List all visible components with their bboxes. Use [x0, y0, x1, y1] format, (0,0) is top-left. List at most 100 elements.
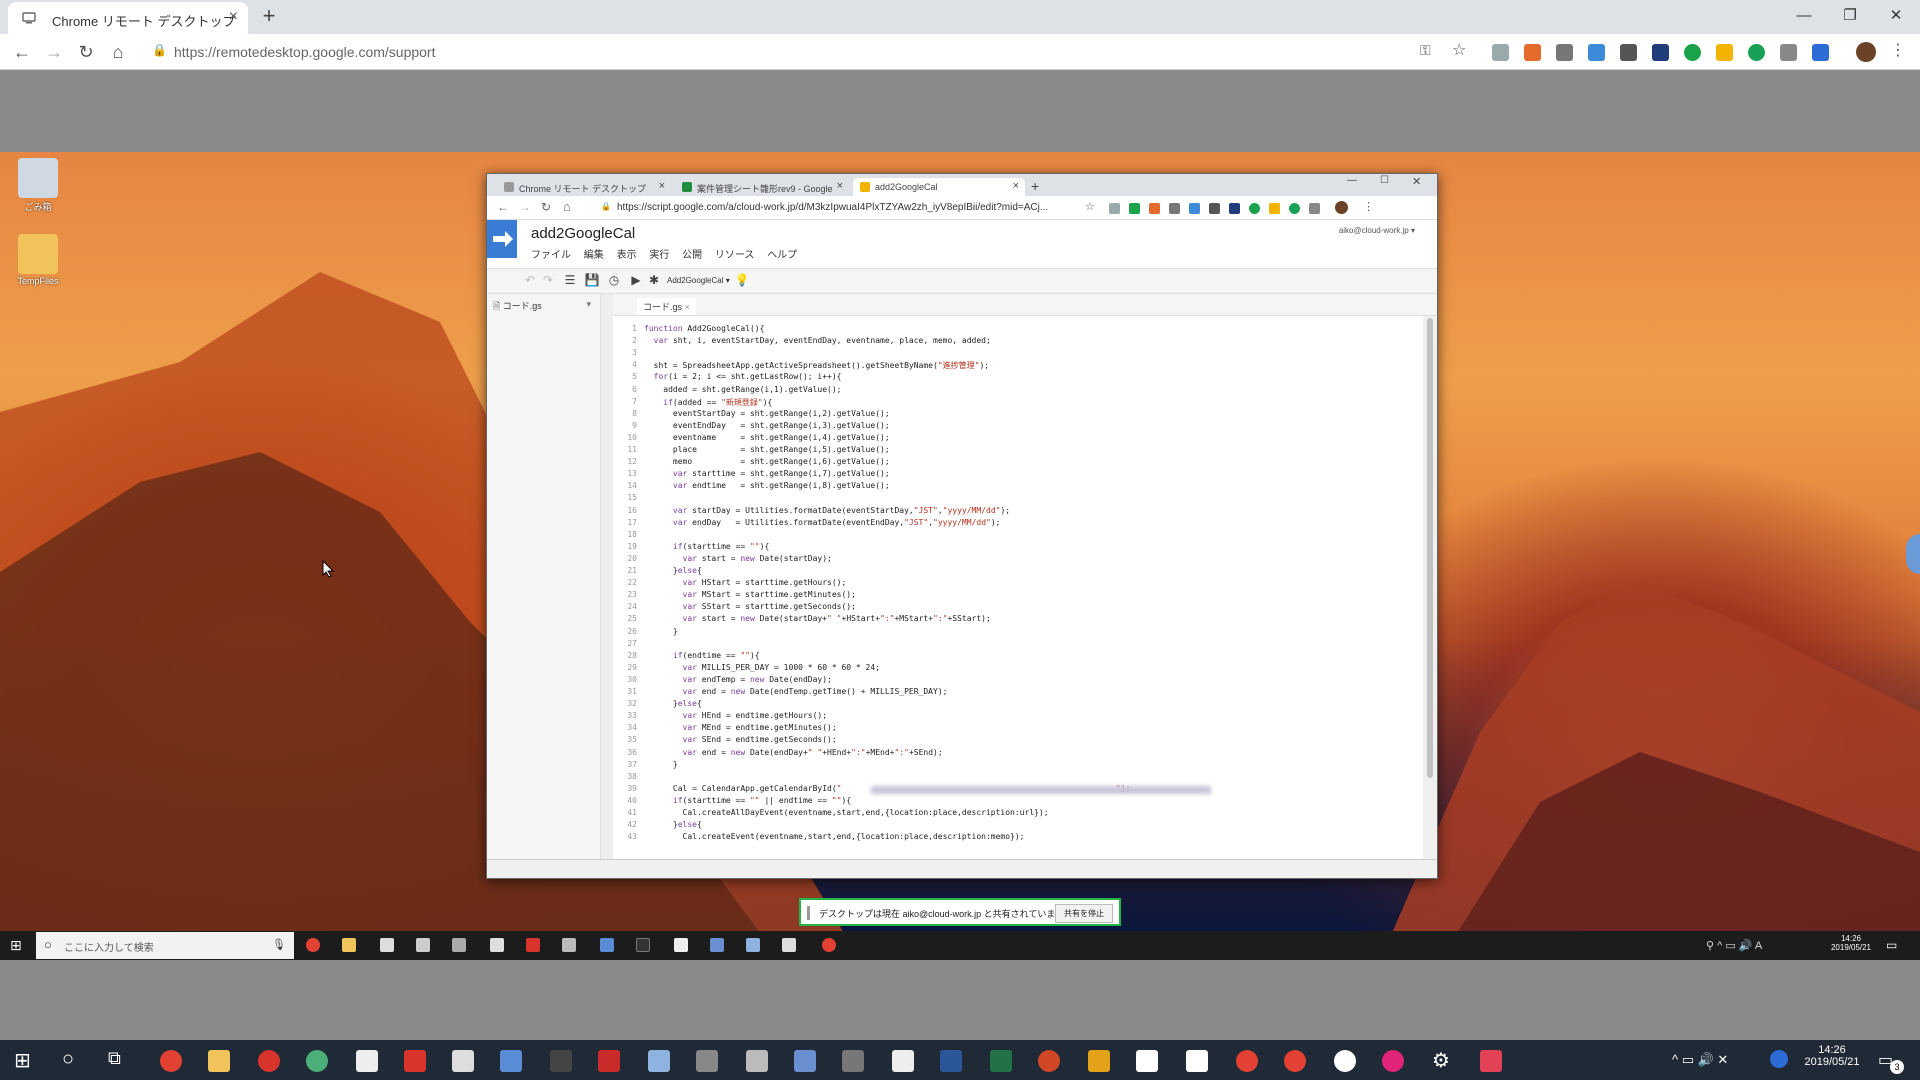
- extension-icon[interactable]: [1652, 44, 1669, 61]
- close-tab-icon[interactable]: ×: [229, 8, 238, 26]
- code-line[interactable]: var HStart = starttime.getHours();: [644, 578, 847, 587]
- code-line[interactable]: }: [644, 627, 678, 636]
- trigger-clock-icon[interactable]: ◷: [605, 273, 623, 287]
- inner-url-text[interactable]: https://script.google.com/a/cloud-work.j…: [617, 202, 1048, 213]
- avatar[interactable]: [1856, 42, 1876, 62]
- code-line[interactable]: if(endtime == ""){: [644, 651, 760, 660]
- extension-icon[interactable]: [1684, 44, 1701, 61]
- file-item[interactable]: 🗎 コード.gs ▾: [493, 299, 597, 315]
- back-button[interactable]: ←: [10, 41, 34, 65]
- indent-icon[interactable]: ☰: [561, 273, 579, 287]
- code-line[interactable]: var MStart = starttime.getMinutes();: [644, 590, 856, 599]
- outer-tab-remote-desktop[interactable]: Chrome リモート デスクトップ ×: [8, 2, 248, 34]
- filezilla-icon[interactable]: [598, 1050, 620, 1072]
- app-icon[interactable]: [550, 1050, 572, 1072]
- calculator-icon[interactable]: [490, 938, 504, 952]
- pocket-icon[interactable]: [1480, 1050, 1502, 1072]
- home-icon[interactable]: ⌂: [563, 199, 571, 214]
- code-line[interactable]: eventname = sht.getRange(i,4).getValue()…: [644, 433, 890, 442]
- app-icon[interactable]: [842, 1050, 864, 1072]
- recycle-bin-icon[interactable]: [18, 158, 58, 198]
- minimize-window-button[interactable]: —: [1782, 2, 1826, 30]
- project-title[interactable]: add2GoogleCal: [531, 225, 635, 242]
- extension-icon[interactable]: [1812, 44, 1829, 61]
- editor-scrollbar[interactable]: [1423, 316, 1437, 859]
- remote-clock[interactable]: 14:26 2019/05/21: [1826, 934, 1876, 952]
- system-tray-icons[interactable]: ^ ▭ 🔊 ✕: [1672, 1052, 1728, 1068]
- word-icon[interactable]: [940, 1050, 962, 1072]
- notification-icon[interactable]: ▭: [1886, 938, 1897, 952]
- menu-edit[interactable]: 編集: [584, 250, 604, 261]
- lightbulb-icon[interactable]: 💡: [733, 273, 751, 287]
- extension-icon[interactable]: [1524, 44, 1541, 61]
- app-icon[interactable]: [746, 938, 760, 952]
- settings-gear-icon[interactable]: ⚙: [1432, 1048, 1450, 1073]
- bookmark-star-icon[interactable]: ☆: [1085, 200, 1095, 213]
- app-icon[interactable]: [1334, 1050, 1356, 1072]
- code-line[interactable]: Cal.createAllDayEvent(eventname,start,en…: [644, 808, 1049, 817]
- extension-icon[interactable]: [1109, 203, 1120, 214]
- app-icon[interactable]: [648, 1050, 670, 1072]
- app-icon[interactable]: [562, 938, 576, 952]
- system-tray-icons[interactable]: ⚲ ^ ▭ 🔊 A: [1706, 939, 1762, 952]
- function-select[interactable]: Add2GoogleCal ▾: [667, 276, 730, 285]
- app-icon[interactable]: [892, 1050, 914, 1072]
- inner-tab-script[interactable]: add2GoogleCal ×: [853, 178, 1025, 196]
- code-line[interactable]: var end = new Date(endDay+" "+HEnd+":"+M…: [644, 748, 943, 757]
- extension-icon[interactable]: [1169, 203, 1180, 214]
- mail-icon[interactable]: [416, 938, 430, 952]
- chrome-icon[interactable]: [160, 1050, 182, 1072]
- search-icon[interactable]: ○: [62, 1048, 74, 1071]
- debug-icon[interactable]: ✱: [645, 273, 663, 287]
- code-line[interactable]: }else{: [644, 699, 702, 708]
- reload-button[interactable]: ↻: [541, 200, 551, 214]
- file-icon[interactable]: [1186, 1050, 1208, 1072]
- app-icon[interactable]: [1088, 1050, 1110, 1072]
- code-editor[interactable]: 1 function Add2GoogleCal(){2 var sht, i, …: [613, 316, 1423, 859]
- app-icon[interactable]: [306, 1050, 328, 1072]
- extension-icon[interactable]: [1556, 44, 1573, 61]
- menu-publish[interactable]: 公開: [682, 250, 702, 261]
- code-line[interactable]: if(starttime == "" || endtime == ""){: [644, 796, 851, 805]
- code-line[interactable]: }else{: [644, 566, 702, 575]
- maximize-window-button[interactable]: ☐: [1380, 175, 1389, 186]
- powerpoint-icon[interactable]: [1038, 1050, 1060, 1072]
- app-icon[interactable]: [526, 938, 540, 952]
- avatar[interactable]: [1335, 201, 1348, 214]
- extension-icon[interactable]: [1780, 44, 1797, 61]
- forward-button[interactable]: →: [42, 41, 66, 65]
- bookmark-star-icon[interactable]: ☆: [1452, 40, 1466, 60]
- extension-icon[interactable]: [1209, 203, 1220, 214]
- store-icon[interactable]: [380, 938, 394, 952]
- menu-file[interactable]: ファイル: [531, 250, 571, 261]
- file-icon[interactable]: [1136, 1050, 1158, 1072]
- code-line[interactable]: function Add2GoogleCal(){: [644, 324, 764, 333]
- code-line[interactable]: var HEnd = endtime.getHours();: [644, 711, 828, 720]
- code-line[interactable]: for(i = 2; i <= sht.getLastRow(); i++){: [644, 372, 842, 381]
- app-icon[interactable]: [794, 1050, 816, 1072]
- app-icon[interactable]: [746, 1050, 768, 1072]
- menu-run[interactable]: 実行: [649, 250, 669, 261]
- code-line[interactable]: place = sht.getRange(i,5).getValue();: [644, 445, 890, 454]
- chrome-icon[interactable]: [1236, 1050, 1258, 1072]
- drive-icon[interactable]: [1269, 203, 1280, 214]
- menu-help[interactable]: ヘルプ: [767, 250, 797, 261]
- close-tab-icon[interactable]: ×: [659, 180, 665, 192]
- inner-tab-sheet[interactable]: 案件管理シート雛形rev9 - Google ×: [675, 178, 849, 196]
- remote-search-box[interactable]: ○ ここに入力して検索 🎙: [36, 932, 294, 959]
- extension-icon[interactable]: [1249, 203, 1260, 214]
- app-icon[interactable]: [258, 1050, 280, 1072]
- save-icon[interactable]: 💾: [583, 273, 601, 287]
- restore-window-button[interactable]: ❐: [1828, 2, 1872, 30]
- microphone-icon[interactable]: 🎙: [272, 938, 286, 951]
- editor-tab[interactable]: コード.gs ×: [637, 298, 696, 315]
- extension-icon[interactable]: [1620, 44, 1637, 61]
- code-line[interactable]: }: [644, 760, 678, 769]
- close-tab-icon[interactable]: ×: [837, 180, 843, 192]
- extension-icon[interactable]: [1492, 44, 1509, 61]
- forward-button[interactable]: →: [519, 200, 531, 214]
- code-line[interactable]: var sht, i, eventStartDay, eventEndDay, …: [644, 336, 991, 345]
- chevron-down-icon[interactable]: ▾: [586, 299, 591, 310]
- minimize-window-button[interactable]: —: [1347, 175, 1357, 186]
- code-line[interactable]: var SStart = starttime.getSeconds();: [644, 602, 856, 611]
